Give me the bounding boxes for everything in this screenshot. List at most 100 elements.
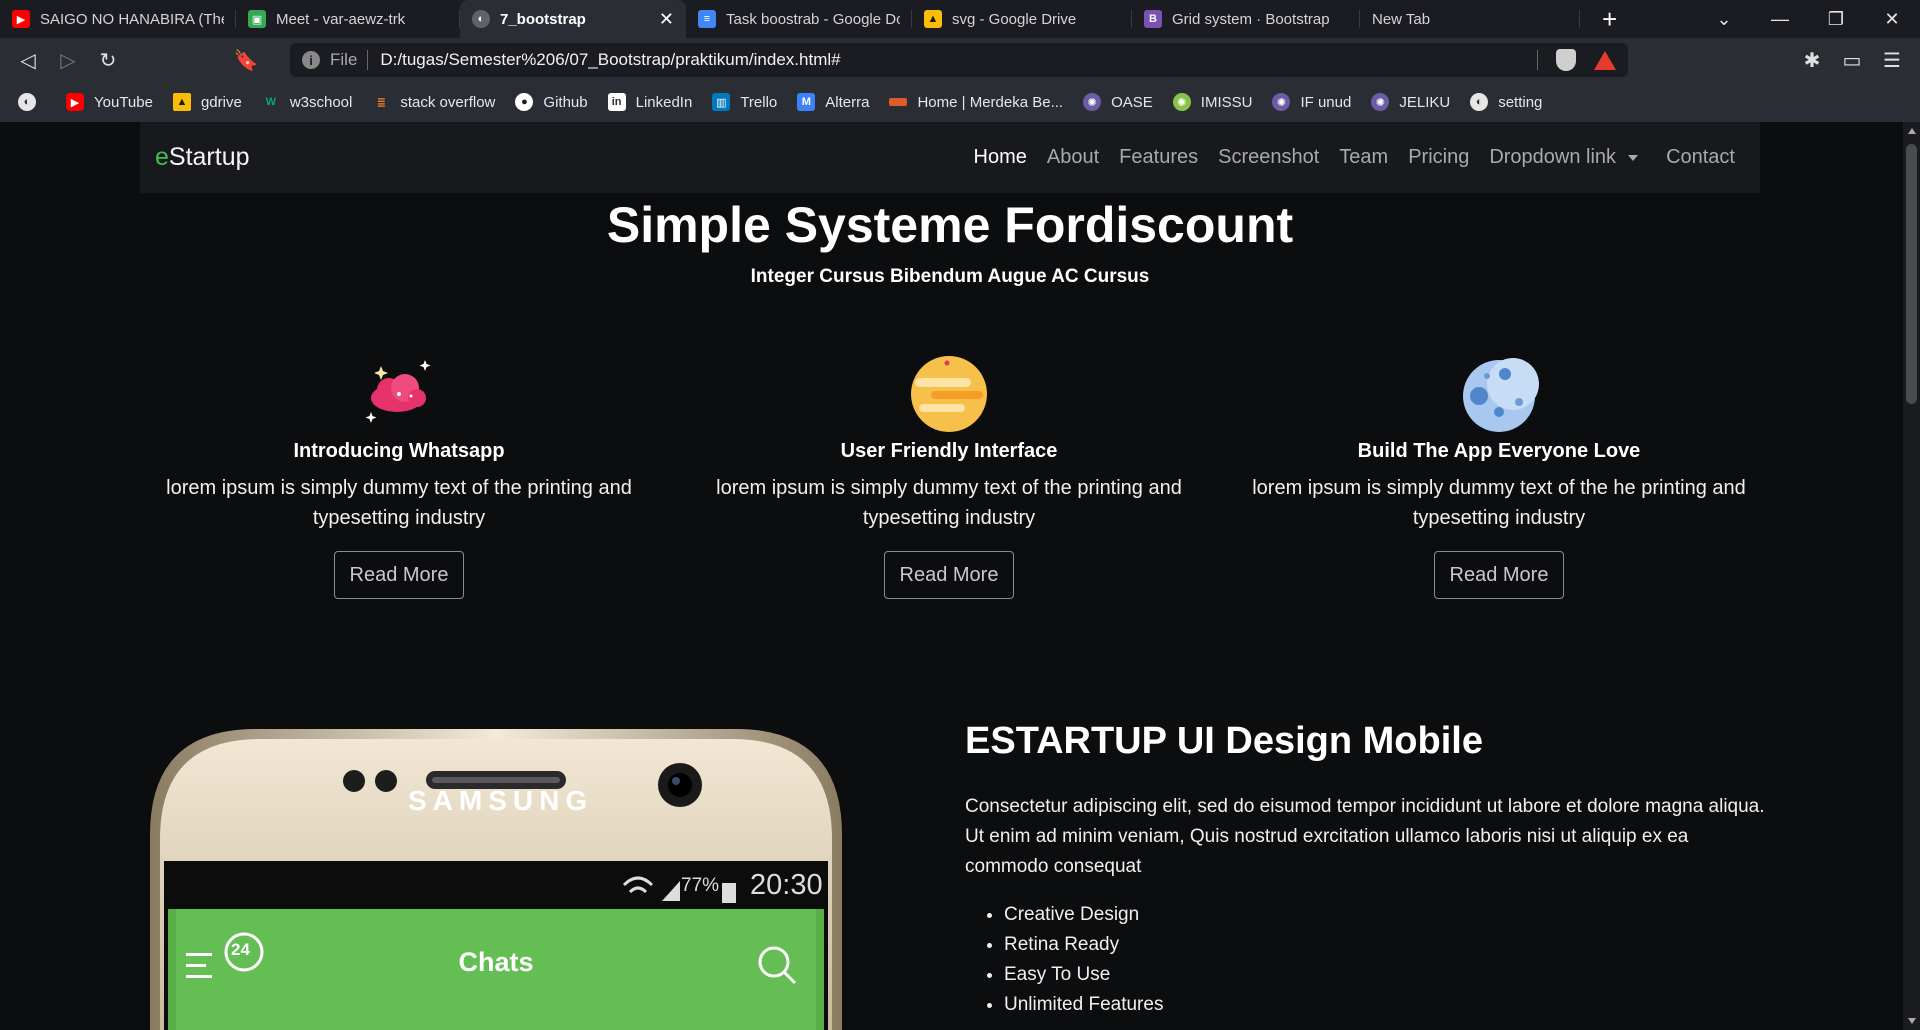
tab-task-docs[interactable]: ≡ Task boostrab - Google Do	[686, 0, 912, 38]
feature-title: Introducing Whatsapp	[293, 440, 505, 462]
menu-icon[interactable]: ☰	[1872, 42, 1912, 78]
ifunud-icon: ✺	[1272, 93, 1291, 111]
close-window-icon[interactable]: ✕	[1864, 9, 1920, 30]
meet-icon: ▣	[248, 10, 266, 28]
bookmark-label: JELIKU	[1399, 93, 1451, 111]
bookmark-globe[interactable]: ◐	[18, 93, 46, 111]
minimize-icon[interactable]: —	[1752, 9, 1808, 30]
tab-7-bootstrap[interactable]: ◐ 7_bootstrap ✕	[460, 0, 686, 38]
tab-youtube[interactable]: ▶ SAIGO NO HANABIRA (The	[0, 0, 236, 38]
bookmark-label: Github	[543, 93, 588, 111]
tab-new-tab[interactable]: New Tab	[1360, 0, 1580, 38]
bookmark-label: OASE	[1111, 93, 1153, 111]
bookmark-alterra[interactable]: M Alterra	[797, 93, 869, 111]
tab-label: New Tab	[1372, 10, 1431, 28]
bookmark-label: stack overflow	[400, 93, 496, 111]
url-scheme: File	[330, 50, 358, 69]
nav-contact[interactable]: Contact	[1656, 146, 1745, 169]
nav-pricing[interactable]: Pricing	[1398, 146, 1479, 169]
scroll-up-icon[interactable]	[1908, 128, 1916, 134]
phone-battery-text: 77%	[681, 875, 720, 896]
tab-strip: ▶ SAIGO NO HANABIRA (The ▣ Meet - var-ae…	[0, 0, 1920, 38]
nav-dropdown-label: Dropdown link	[1489, 146, 1617, 168]
nav-about[interactable]: About	[1037, 146, 1109, 169]
nav-home[interactable]: Home	[964, 146, 1037, 169]
bookmark-merdeka[interactable]: Home | Merdeka Be...	[889, 94, 1063, 111]
tab-label: Task boostrab - Google Do	[726, 10, 900, 28]
globe-icon: ◐	[18, 93, 36, 111]
bookmark-trello[interactable]: ▥ Trello	[712, 93, 777, 111]
trello-icon: ▥	[712, 93, 731, 111]
stackoverflow-icon: ≣	[376, 96, 386, 109]
reload-icon[interactable]: ↻	[88, 42, 128, 78]
nav-screenshot[interactable]: Screenshot	[1208, 146, 1329, 169]
bookmark-label: IF unud	[1300, 93, 1352, 111]
restore-icon[interactable]: ❐	[1808, 9, 1864, 30]
forward-icon[interactable]: ▷	[48, 42, 88, 78]
youtube-icon: ▶	[12, 10, 30, 28]
nav-team[interactable]: Team	[1329, 146, 1398, 169]
bookmark-imissu[interactable]: ✺ IMISSU	[1172, 93, 1252, 111]
bookmark-stack-overflow[interactable]: ≣ stack overflow	[372, 93, 496, 111]
phone-brand-text: SAMSUNG	[408, 785, 594, 816]
bookmark-oase[interactable]: ✺ OASE	[1083, 93, 1153, 111]
new-tab-plus-icon[interactable]: +	[1602, 4, 1617, 35]
list-item: Unlimited Features	[1004, 990, 1163, 1020]
tab-svg-drive[interactable]: ▲ svg - Google Drive	[912, 0, 1132, 38]
site-info-icon[interactable]: i	[302, 51, 320, 69]
wallet-icon[interactable]: ▭	[1832, 42, 1872, 78]
read-more-button[interactable]: Read More	[1433, 551, 1565, 599]
feature-text: lorem ipsum is simply dummy text of the …	[166, 477, 632, 529]
nav-links: Home About Features Screenshot Team Pric…	[964, 146, 1745, 169]
scrollbar-thumb[interactable]	[1906, 144, 1917, 404]
samsung-phone-image	[150, 729, 842, 1030]
page-scrollbar[interactable]	[1903, 122, 1920, 1030]
feature-card: Introducing Whatsapp lorem ipsum is simp…	[149, 354, 649, 599]
scroll-down-icon[interactable]	[1908, 1018, 1916, 1024]
about-title-rest: UI Design Mobile	[1166, 720, 1483, 762]
bookmark-jeliku[interactable]: ✺ JELIKU	[1371, 93, 1450, 111]
extensions-icon[interactable]: ✱	[1792, 42, 1832, 78]
globe-icon: ◐	[1470, 93, 1489, 111]
caret-down-icon	[1628, 154, 1639, 161]
address-bar[interactable]: i File D:/tugas/Semester%206/07_Bootstra…	[290, 43, 1628, 77]
moon-icon	[1463, 358, 1539, 432]
tab-meet[interactable]: ▣ Meet - var-aewz-trk	[236, 0, 460, 38]
bookmark-github[interactable]: ● Github	[515, 93, 588, 111]
phone-screen-title: Chats	[458, 947, 534, 977]
bookmark-label: w3school	[289, 93, 353, 111]
tab-grid-system[interactable]: B Grid system · Bootstrap	[1132, 0, 1360, 38]
hero-subtitle: Integer Cursus Bibendum Augue AC Cursus	[750, 266, 1150, 287]
merdeka-icon	[889, 98, 908, 106]
feature-title: Build The App Everyone Love	[1357, 440, 1641, 462]
tab-label: Grid system · Bootstrap	[1172, 10, 1330, 28]
linkedin-icon: in	[607, 93, 626, 111]
brave-shield-icon[interactable]	[1556, 49, 1576, 71]
toolbar-right: ✱ ▭ ☰	[1792, 38, 1920, 82]
bootstrap-icon: B	[1144, 10, 1162, 28]
bookmark-youtube[interactable]: ▶ YouTube	[66, 93, 153, 111]
bookmark-icon[interactable]: 🔖	[226, 42, 266, 78]
nav-features[interactable]: Features	[1109, 146, 1208, 169]
bookmark-w3school[interactable]: Ww3school	[262, 93, 353, 111]
close-tab-icon[interactable]: ✕	[651, 9, 674, 30]
site-brand[interactable]: eStartup	[155, 143, 250, 172]
read-more-button[interactable]: Read More	[333, 551, 465, 599]
nav-dropdown[interactable]: Dropdown link	[1479, 146, 1648, 169]
url-path[interactable]: D:/tugas/Semester%206/07_Bootstrap/prakt…	[380, 50, 840, 70]
brave-rewards-icon[interactable]	[1594, 50, 1616, 70]
read-more-button[interactable]: Read More	[883, 551, 1015, 599]
hero-title: Simple Systeme Fordiscount	[606, 197, 1294, 253]
bookmark-setting[interactable]: ◐ setting	[1470, 93, 1542, 111]
brand-accent: e	[155, 143, 169, 171]
bookmark-if-unud[interactable]: ✺ IF unud	[1272, 93, 1351, 111]
github-icon: ●	[515, 93, 534, 111]
about-text: Consectetur adipiscing elit, sed do eisu…	[965, 796, 1765, 877]
alterra-icon: M	[797, 93, 816, 111]
drive-icon: ▲	[924, 10, 942, 28]
bookmark-linkedin[interactable]: in LinkedIn	[607, 93, 693, 111]
tab-search-icon[interactable]: ⌄	[1696, 9, 1752, 30]
back-icon[interactable]: ◁	[8, 42, 48, 78]
bookmark-label: LinkedIn	[635, 93, 693, 111]
bookmark-gdrive[interactable]: ▲ gdrive	[172, 93, 242, 111]
